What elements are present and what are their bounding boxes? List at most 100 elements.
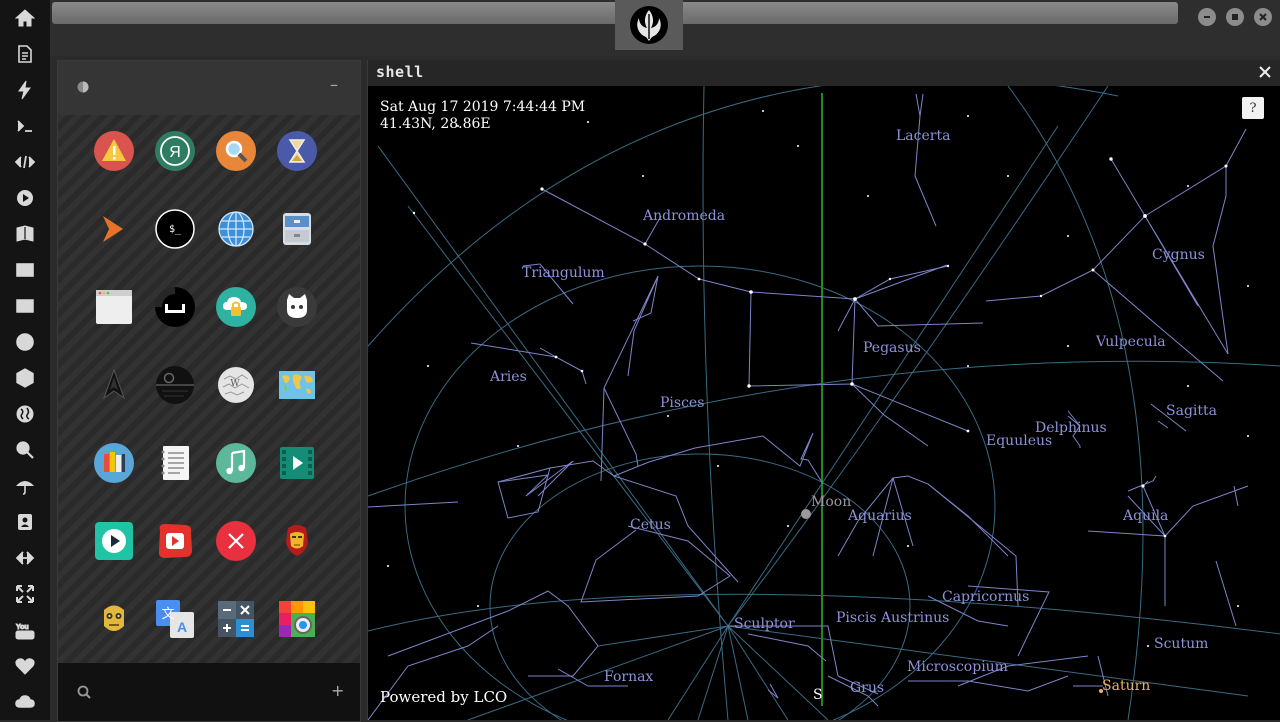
constellation-label: Scutum	[1154, 636, 1208, 652]
umbrella-icon[interactable]	[13, 474, 37, 498]
moon-label: Moon	[811, 494, 851, 510]
rebel-alliance-icon[interactable]	[13, 330, 37, 354]
top-bar	[50, 0, 1280, 56]
constellation-label: Triangulum	[522, 265, 605, 281]
emblem-tab[interactable]	[615, 0, 683, 50]
github-app-icon[interactable]	[276, 286, 318, 328]
constellation-label: Pisces	[660, 395, 704, 411]
yandex-app-icon[interactable]: Я	[154, 130, 196, 172]
dock: You Tube	[0, 0, 50, 720]
book-icon[interactable]	[13, 222, 37, 246]
library-app-icon[interactable]	[93, 442, 135, 484]
youtube-icon[interactable]: You Tube	[13, 618, 37, 642]
c3po-app-icon[interactable]	[93, 598, 135, 640]
moon-marker[interactable]	[801, 509, 811, 519]
constellation-label: Microscopium	[907, 659, 1008, 675]
close-icon[interactable]	[1257, 64, 1273, 80]
svg-text:$_: $_	[169, 224, 182, 235]
contrast-icon[interactable]	[77, 81, 89, 93]
app-launcher: – Я $_ W 文A +	[57, 60, 361, 722]
cloud-lock-app-icon[interactable]	[215, 286, 257, 328]
svg-text:Я: Я	[169, 144, 181, 161]
app-grid: Я $_ W 文A	[58, 115, 360, 663]
saturn-marker[interactable]	[1099, 689, 1103, 693]
contact-card-icon[interactable]	[13, 510, 37, 534]
fullscreen-icon[interactable]	[13, 582, 37, 606]
svg-text:W: W	[230, 379, 240, 389]
launcher-header: –	[58, 61, 360, 115]
close-circle-app-icon[interactable]	[215, 520, 257, 562]
minimize-icon[interactable]	[1198, 8, 1216, 26]
yoke-app-icon[interactable]	[154, 286, 196, 328]
hexagon-icon[interactable]	[13, 366, 37, 390]
warning-app-icon[interactable]	[93, 130, 135, 172]
translate-app-icon[interactable]: 文A	[154, 598, 196, 640]
constellation-label: Fornax	[604, 669, 653, 685]
music-app-icon[interactable]	[215, 442, 257, 484]
svg-text:Tube: Tube	[18, 633, 33, 640]
add-button[interactable]: +	[331, 681, 344, 700]
play-icon[interactable]	[13, 186, 37, 210]
constellation-label: Vulpecula	[1095, 334, 1166, 350]
search-icon[interactable]	[13, 438, 37, 462]
youtube-app-icon[interactable]	[154, 520, 196, 562]
constellation-label: Cygnus	[1152, 247, 1205, 263]
home-icon[interactable]	[13, 6, 37, 30]
svg-text:A: A	[177, 619, 187, 635]
credit-text: Powered by LCO	[380, 688, 508, 706]
maximize-icon[interactable]	[1226, 8, 1244, 26]
constellation-label: Sculptor	[734, 616, 795, 632]
constellation-label: Aries	[489, 369, 527, 385]
rebel-alliance-emblem-icon	[630, 6, 668, 44]
direction-label: S	[813, 687, 823, 703]
shell-title: shell	[376, 63, 424, 81]
code-fork-icon[interactable]	[13, 546, 37, 570]
code-icon[interactable]	[13, 150, 37, 174]
constellation-label: Grus	[850, 680, 884, 696]
heart-icon[interactable]	[13, 654, 37, 678]
terminal-app-icon[interactable]: $_	[154, 208, 196, 250]
lightning-icon[interactable]	[13, 78, 37, 102]
world-map-app-icon[interactable]	[276, 364, 318, 406]
constellation-label: Lacerta	[896, 128, 950, 144]
chevron-app-icon[interactable]	[93, 208, 135, 250]
shell-titlebar: shell	[368, 60, 1280, 87]
video-app-icon[interactable]	[276, 442, 318, 484]
magnifier-app-icon[interactable]	[215, 130, 257, 172]
cloud-icon[interactable]	[13, 690, 37, 714]
document-icon[interactable]	[13, 42, 37, 66]
svg-text:You: You	[16, 624, 29, 631]
wikipedia-app-icon[interactable]: W	[215, 364, 257, 406]
death-star-app-icon[interactable]	[154, 364, 196, 406]
calculator-app-icon[interactable]	[215, 598, 257, 640]
constellation-label: Cetus	[630, 517, 671, 533]
location-readout: 41.43N, 28.86E	[380, 116, 491, 132]
help-button[interactable]: ?	[1242, 97, 1264, 119]
constellation-label: Pegasus	[863, 340, 921, 356]
constellation-label: Capricornus	[942, 589, 1029, 605]
datetime-readout: Sat Aug 17 2019 7:44:44 PM	[380, 99, 586, 115]
globe-app-icon[interactable]	[215, 208, 257, 250]
constellation-label: Equuleus	[986, 433, 1052, 449]
terminal-icon[interactable]	[13, 114, 37, 138]
launcher-footer: +	[58, 663, 360, 721]
constellation-label: Aquarius	[847, 508, 912, 524]
window-app-icon[interactable]	[93, 286, 135, 328]
globe-icon[interactable]	[13, 402, 37, 426]
iron-man-app-icon[interactable]	[276, 520, 318, 562]
constellation-label: Aquila	[1122, 508, 1168, 524]
hourglass-app-icon[interactable]	[276, 130, 318, 172]
sky-chart[interactable]: Lacerta Andromeda Cygnus Triangulum Vulp…	[368, 86, 1280, 720]
notes-app-icon[interactable]	[154, 442, 196, 484]
newspaper-icon[interactable]	[13, 294, 37, 318]
planet-label: Saturn	[1102, 678, 1150, 694]
svg-text:文: 文	[161, 606, 174, 621]
launcher-minimize-button[interactable]: –	[330, 75, 338, 94]
search-icon[interactable]	[77, 685, 91, 699]
player-app-icon[interactable]	[93, 520, 135, 562]
close-icon[interactable]	[1254, 8, 1272, 26]
file-cabinet-app-icon[interactable]	[276, 208, 318, 250]
image-icon[interactable]	[13, 258, 37, 282]
starfleet-app-icon[interactable]	[93, 364, 135, 406]
photo-app-icon[interactable]	[276, 598, 318, 640]
